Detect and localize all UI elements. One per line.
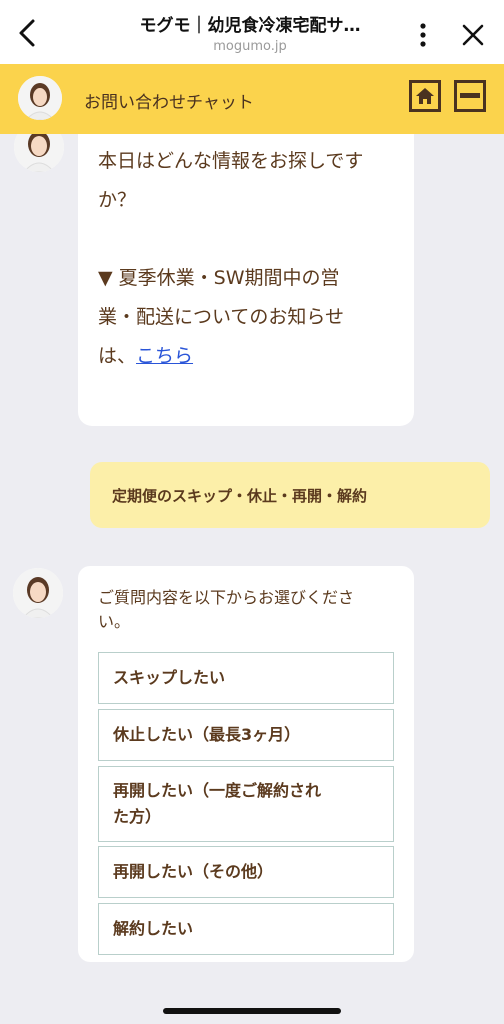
bot-message-bubble: ご質問内容を以下からお選びくださ い。 スキップしたい 休止したい（最長3ヶ月）… [78,566,414,962]
message-text: 定期便のスキップ・休止・再開・解約 [112,486,368,505]
notice-link[interactable]: こちら [136,345,193,367]
option-label: 休止したい（最長3ヶ月） [113,725,301,744]
message-line: い。 [98,612,131,631]
home-icon [416,88,434,104]
user-message-bubble: 定期便のスキップ・休止・再開・解約 [90,462,490,528]
option-cancel[interactable]: 解約したい [98,903,394,955]
chat-header: お問い合わせチャット [0,64,504,134]
home-indicator[interactable] [163,1008,341,1014]
more-icon[interactable] [408,20,438,50]
page-domain: mogumo.jp [213,39,287,54]
option-label: 再開したい（その他） [113,862,274,881]
message-line: ご質問内容を以下からお選びくださ [98,588,355,607]
back-icon[interactable] [12,16,42,50]
option-label: 解約したい [113,919,194,938]
option-skip[interactable]: スキップしたい [98,652,394,704]
message-text: ▼ 夏季休業・SW期間中の営 [98,267,340,289]
option-resume-other[interactable]: 再開したい（その他） [98,846,394,898]
message-text: か？ [98,189,137,211]
bot-message-bubble: 本日はどんな情報をお探しです か？ ▼ 夏季休業・SW期間中の営 業・配送につい… [78,120,414,426]
option-label: た方） [113,807,162,826]
close-icon[interactable] [456,18,490,52]
operator-avatar [18,76,62,120]
operator-avatar [13,568,63,618]
chat-title: お問い合わせチャット [84,93,254,113]
option-label: 再開したい（一度ご解約され [113,781,322,800]
message-text: 業・配送についてのお知らせ [98,306,345,328]
home-button[interactable] [409,80,441,112]
minimize-button[interactable] [454,80,486,112]
message-text: ご質問内容を以下からお選びくださ い。 [98,586,398,634]
option-pause[interactable]: 休止したい（最長3ヶ月） [98,709,394,761]
page-title: モグモ｜幼児食冷凍宅配サ… [139,16,361,36]
browser-bar: モグモ｜幼児食冷凍宅配サ… mogumo.jp [0,0,504,64]
message-text: 本日はどんな情報をお探しです [98,150,364,172]
option-resume-after-cancel[interactable]: 再開したい（一度ご解約され た方） [98,766,394,842]
minimize-icon [460,93,480,98]
message-text: は、 [98,345,137,367]
option-label: スキップしたい [113,668,226,687]
